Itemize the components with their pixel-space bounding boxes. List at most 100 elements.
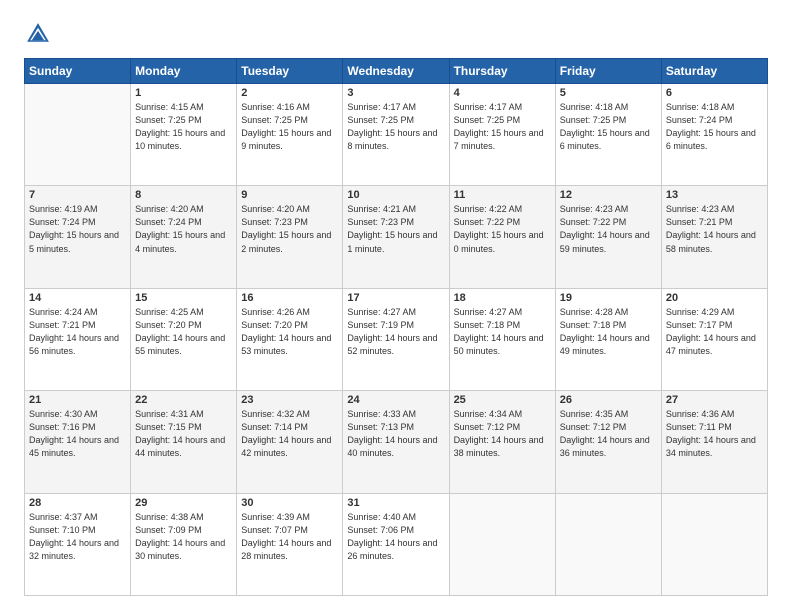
calendar-header-row: SundayMondayTuesdayWednesdayThursdayFrid… [25, 59, 768, 84]
day-number: 31 [347, 497, 444, 509]
day-number: 25 [454, 394, 551, 406]
day-number: 6 [666, 87, 763, 99]
calendar-cell: 3 Sunrise: 4:17 AMSunset: 7:25 PMDaylight… [343, 84, 449, 186]
calendar-cell: 26Sunrise: 4:35 AMSunset: 7:12 PMDayligh… [555, 391, 661, 493]
day-info: Sunrise: 4:21 AMSunset: 7:23 PMDaylight:… [347, 203, 444, 255]
calendar-day-header: Thursday [449, 59, 555, 84]
day-number: 26 [560, 394, 657, 406]
calendar-day-header: Saturday [661, 59, 767, 84]
day-number: 1 [135, 87, 232, 99]
day-info: Sunrise: 4:23 AMSunset: 7:21 PMDaylight:… [666, 203, 763, 255]
calendar-cell: 29Sunrise: 4:38 AMSunset: 7:09 PMDayligh… [131, 493, 237, 595]
day-number: 5 [560, 87, 657, 99]
calendar-cell: 31 Sunrise: 4:40 AMSunset: 7:06 PMDayligh… [343, 493, 449, 595]
day-info: Sunrise: 4:37 AMSunset: 7:10 PMDaylight:… [29, 511, 126, 563]
calendar-week-row: 14 Sunrise: 4:24 AMSunset: 7:21 PMDayligh… [25, 288, 768, 390]
day-info: Sunrise: 4:28 AMSunset: 7:18 PMDaylight:… [560, 306, 657, 358]
calendar-cell: 17 Sunrise: 4:27 AMSunset: 7:19 PMDayligh… [343, 288, 449, 390]
calendar-cell [25, 84, 131, 186]
page: SundayMondayTuesdayWednesdayThursdayFrid… [0, 0, 792, 612]
day-number: 17 [347, 292, 444, 304]
calendar-day-header: Sunday [25, 59, 131, 84]
calendar-cell: 1Sunrise: 4:15 AMSunset: 7:25 PMDaylight… [131, 84, 237, 186]
calendar-cell: 25Sunrise: 4:34 AMSunset: 7:12 PMDayligh… [449, 391, 555, 493]
day-number: 30 [241, 497, 338, 509]
calendar-cell: 15 Sunrise: 4:25 AMSunset: 7:20 PMDayligh… [131, 288, 237, 390]
day-number: 12 [560, 189, 657, 201]
calendar-cell: 6Sunrise: 4:18 AMSunset: 7:24 PMDaylight… [661, 84, 767, 186]
calendar-cell: 8 Sunrise: 4:20 AMSunset: 7:24 PMDaylight… [131, 186, 237, 288]
calendar-cell [555, 493, 661, 595]
day-info: Sunrise: 4:40 AMSunset: 7:06 PMDaylight:… [347, 511, 444, 563]
calendar-cell: 22 Sunrise: 4:31 AMSunset: 7:15 PMDayligh… [131, 391, 237, 493]
calendar-cell: 7 Sunrise: 4:19 AMSunset: 7:24 PMDaylight… [25, 186, 131, 288]
calendar-day-header: Monday [131, 59, 237, 84]
day-info: Sunrise: 4:24 AMSunset: 7:21 PMDaylight:… [29, 306, 126, 358]
calendar-day-header: Wednesday [343, 59, 449, 84]
day-info: Sunrise: 4:27 AMSunset: 7:19 PMDaylight:… [347, 306, 444, 358]
day-number: 20 [666, 292, 763, 304]
day-number: 3 [347, 87, 444, 99]
day-number: 22 [135, 394, 232, 406]
day-number: 9 [241, 189, 338, 201]
day-info: Sunrise: 4:26 AMSunset: 7:20 PMDaylight:… [241, 306, 338, 358]
logo-icon [24, 20, 52, 48]
calendar-cell: 28 Sunrise: 4:37 AMSunset: 7:10 PMDayligh… [25, 493, 131, 595]
calendar-day-header: Tuesday [237, 59, 343, 84]
day-info: Sunrise: 4:38 AMSunset: 7:09 PMDaylight:… [135, 511, 232, 563]
day-number: 18 [454, 292, 551, 304]
day-number: 8 [135, 189, 232, 201]
day-info: Sunrise: 4:31 AMSunset: 7:15 PMDaylight:… [135, 408, 232, 460]
day-info: Sunrise: 4:17 AMSunset: 7:25 PMDaylight:… [347, 101, 444, 153]
calendar-cell [449, 493, 555, 595]
day-info: Sunrise: 4:32 AMSunset: 7:14 PMDaylight:… [241, 408, 338, 460]
calendar-week-row: 21 Sunrise: 4:30 AMSunset: 7:16 PMDayligh… [25, 391, 768, 493]
calendar-cell: 24Sunrise: 4:33 AMSunset: 7:13 PMDayligh… [343, 391, 449, 493]
calendar-cell: 2Sunrise: 4:16 AMSunset: 7:25 PMDaylight… [237, 84, 343, 186]
day-info: Sunrise: 4:20 AMSunset: 7:23 PMDaylight:… [241, 203, 338, 255]
day-number: 7 [29, 189, 126, 201]
calendar-cell: 10Sunrise: 4:21 AMSunset: 7:23 PMDayligh… [343, 186, 449, 288]
day-number: 4 [454, 87, 551, 99]
calendar-day-header: Friday [555, 59, 661, 84]
day-number: 28 [29, 497, 126, 509]
day-number: 23 [241, 394, 338, 406]
calendar-cell: 16Sunrise: 4:26 AMSunset: 7:20 PMDayligh… [237, 288, 343, 390]
calendar-table: SundayMondayTuesdayWednesdayThursdayFrid… [24, 58, 768, 596]
calendar-cell: 9 Sunrise: 4:20 AMSunset: 7:23 PMDaylight… [237, 186, 343, 288]
calendar-cell: 18Sunrise: 4:27 AMSunset: 7:18 PMDayligh… [449, 288, 555, 390]
day-number: 21 [29, 394, 126, 406]
day-info: Sunrise: 4:25 AMSunset: 7:20 PMDaylight:… [135, 306, 232, 358]
calendar-cell: 19Sunrise: 4:28 AMSunset: 7:18 PMDayligh… [555, 288, 661, 390]
day-info: Sunrise: 4:18 AMSunset: 7:25 PMDaylight:… [560, 101, 657, 153]
day-info: Sunrise: 4:39 AMSunset: 7:07 PMDaylight:… [241, 511, 338, 563]
day-info: Sunrise: 4:30 AMSunset: 7:16 PMDaylight:… [29, 408, 126, 460]
calendar-cell: 12 Sunrise: 4:23 AMSunset: 7:22 PMDayligh… [555, 186, 661, 288]
day-info: Sunrise: 4:33 AMSunset: 7:13 PMDaylight:… [347, 408, 444, 460]
day-info: Sunrise: 4:36 AMSunset: 7:11 PMDaylight:… [666, 408, 763, 460]
day-number: 2 [241, 87, 338, 99]
day-number: 15 [135, 292, 232, 304]
calendar-cell: 13 Sunrise: 4:23 AMSunset: 7:21 PMDayligh… [661, 186, 767, 288]
calendar-cell: 21 Sunrise: 4:30 AMSunset: 7:16 PMDayligh… [25, 391, 131, 493]
day-info: Sunrise: 4:17 AMSunset: 7:25 PMDaylight:… [454, 101, 551, 153]
calendar-cell: 27 Sunrise: 4:36 AMSunset: 7:11 PMDayligh… [661, 391, 767, 493]
day-number: 14 [29, 292, 126, 304]
calendar-week-row: 7 Sunrise: 4:19 AMSunset: 7:24 PMDaylight… [25, 186, 768, 288]
calendar-cell: 30 Sunrise: 4:39 AMSunset: 7:07 PMDayligh… [237, 493, 343, 595]
calendar-week-row: 28 Sunrise: 4:37 AMSunset: 7:10 PMDayligh… [25, 493, 768, 595]
calendar-cell: 5 Sunrise: 4:18 AMSunset: 7:25 PMDaylight… [555, 84, 661, 186]
day-info: Sunrise: 4:19 AMSunset: 7:24 PMDaylight:… [29, 203, 126, 255]
day-info: Sunrise: 4:20 AMSunset: 7:24 PMDaylight:… [135, 203, 232, 255]
day-number: 13 [666, 189, 763, 201]
day-info: Sunrise: 4:29 AMSunset: 7:17 PMDaylight:… [666, 306, 763, 358]
calendar-cell [661, 493, 767, 595]
calendar-week-row: 1Sunrise: 4:15 AMSunset: 7:25 PMDaylight… [25, 84, 768, 186]
header [24, 20, 768, 48]
calendar-cell: 11Sunrise: 4:22 AMSunset: 7:22 PMDayligh… [449, 186, 555, 288]
day-info: Sunrise: 4:23 AMSunset: 7:22 PMDaylight:… [560, 203, 657, 255]
logo [24, 20, 56, 48]
day-number: 27 [666, 394, 763, 406]
calendar-cell: 4 Sunrise: 4:17 AMSunset: 7:25 PMDaylight… [449, 84, 555, 186]
day-number: 11 [454, 189, 551, 201]
